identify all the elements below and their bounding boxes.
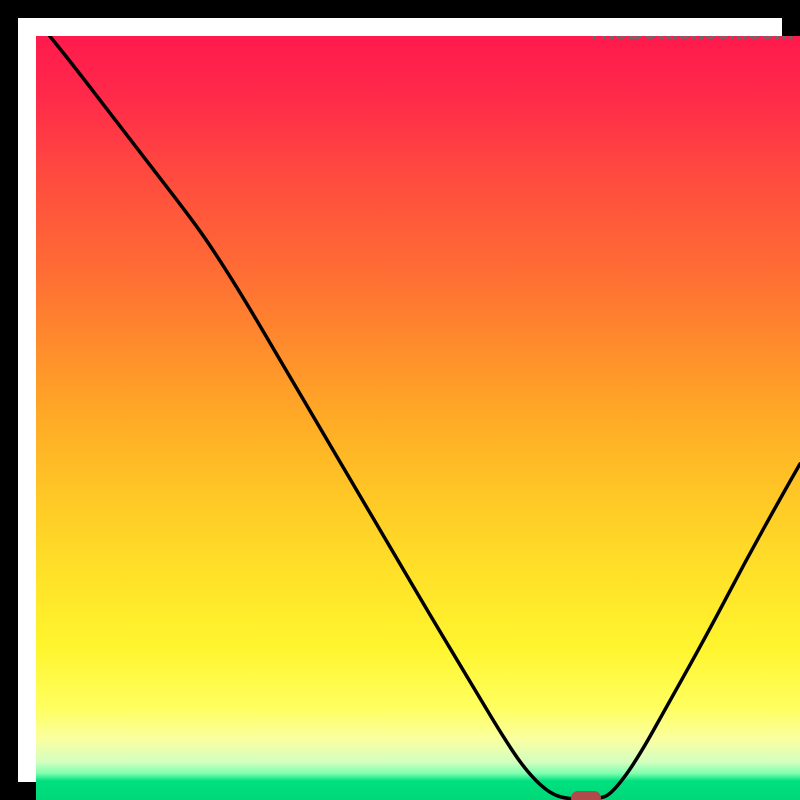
bottleneck-curve bbox=[36, 36, 800, 800]
chart-frame: TheBottleneck.com bbox=[0, 0, 800, 800]
watermark-text: TheBottleneck.com bbox=[588, 36, 794, 45]
optimal-marker bbox=[571, 791, 601, 800]
plot-area: TheBottleneck.com bbox=[36, 36, 800, 800]
